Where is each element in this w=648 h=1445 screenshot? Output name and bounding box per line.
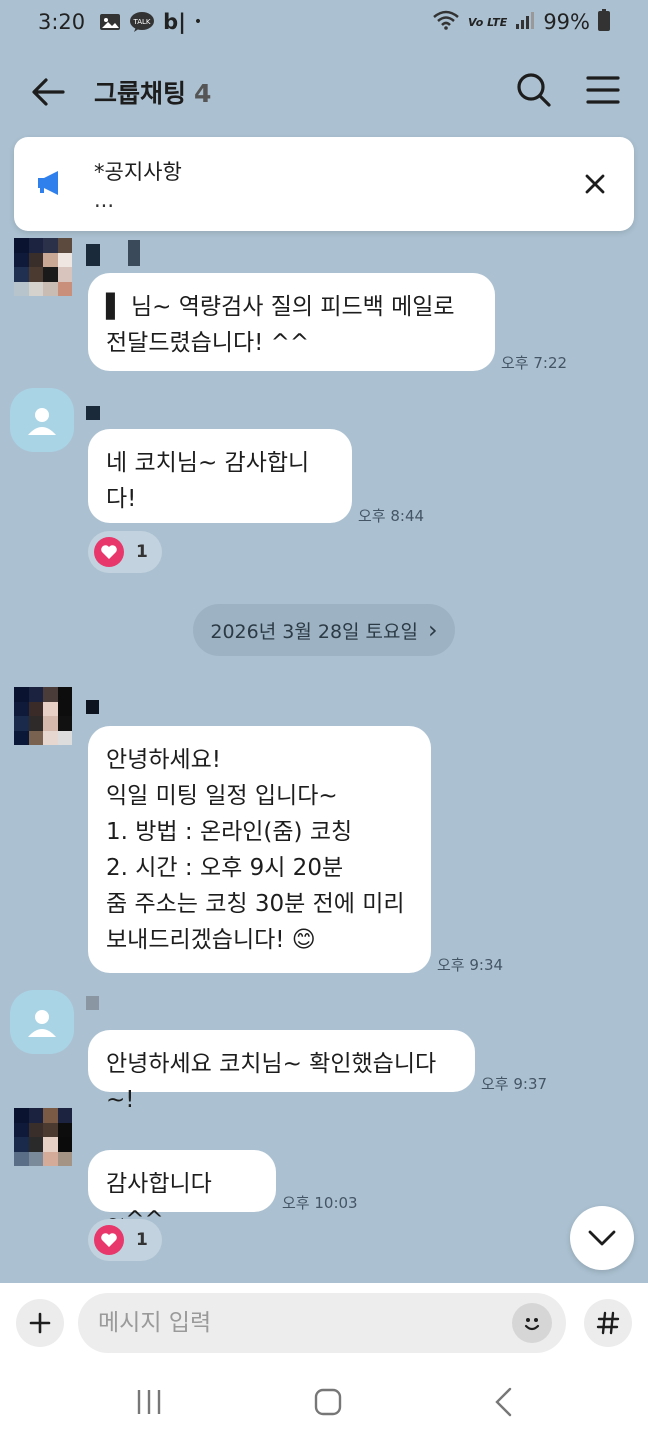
scroll-to-bottom-button[interactable]	[570, 1206, 634, 1270]
arrow-left-icon	[32, 78, 65, 106]
sender-name-redacted	[86, 244, 100, 266]
avatar[interactable]	[14, 1108, 72, 1166]
volte-label: Vo LTE	[468, 15, 508, 29]
system-nav-bar	[0, 1363, 648, 1445]
default-profile-icon	[28, 408, 56, 435]
signal-icon	[515, 10, 535, 34]
message-input[interactable]	[98, 1310, 512, 1336]
member-count: 4	[194, 79, 212, 108]
avatar[interactable]	[10, 388, 74, 452]
message-time: 오후 7:22	[501, 354, 568, 372]
message-bubble[interactable]: 감사합니다~^^	[88, 1150, 276, 1233]
app-text: b|	[163, 10, 186, 34]
reaction-count: 1	[136, 1230, 148, 1250]
message-input-container	[78, 1293, 566, 1353]
megaphone-icon	[36, 168, 66, 200]
wifi-icon	[432, 10, 460, 35]
message-time: 오후 9:37	[481, 1075, 548, 1093]
chat-title: 그룹채팅 4	[94, 74, 211, 110]
back-button[interactable]	[28, 72, 68, 112]
default-profile-icon	[28, 1010, 56, 1037]
avatar[interactable]	[14, 687, 72, 745]
message-time: 오후 10:03	[282, 1194, 358, 1212]
home-icon	[314, 1388, 342, 1416]
svg-text:TALK: TALK	[133, 18, 151, 26]
heart-icon	[94, 537, 124, 567]
sender-name-redacted	[86, 406, 100, 420]
status-bar: 3:20 TALK b| • Vo LTE 99%	[0, 0, 648, 44]
reaction-count: 1	[136, 542, 148, 562]
sender-name-redacted	[86, 700, 99, 714]
notice-subtitle: ...	[94, 188, 115, 212]
battery-percent: 99%	[543, 10, 590, 34]
message-bubble[interactable]: 안녕하세요! 익일 미팅 일정 입니다~ 1. 방법 : 온라인(줌) 코칭 2…	[88, 726, 431, 973]
gallery-icon	[99, 12, 121, 32]
attach-button[interactable]	[16, 1299, 64, 1347]
message-time: 오후 9:34	[437, 956, 504, 974]
hamburger-menu-icon	[586, 76, 620, 104]
heart-icon	[94, 1225, 124, 1255]
close-notice-button[interactable]	[578, 167, 612, 201]
hashtag-button[interactable]	[584, 1299, 632, 1347]
message-time: 오후 8:44	[358, 507, 425, 525]
notice-title: *공지사항	[94, 160, 182, 184]
reaction-badge[interactable]: 1	[88, 531, 162, 573]
status-time: 3:20	[38, 10, 86, 34]
nav-back-button[interactable]	[492, 1387, 514, 1421]
avatar[interactable]	[14, 238, 72, 296]
chevron-left-icon	[494, 1387, 511, 1417]
date-label: 2026년 3월 28일 토요일	[210, 620, 418, 643]
recent-apps-icon	[138, 1390, 161, 1414]
message-bubble[interactable]: 네 코치님~ 감사합니다!	[88, 429, 352, 523]
close-icon	[585, 174, 605, 194]
chevron-right-icon: ›	[428, 616, 438, 644]
kakaotalk-icon: TALK	[129, 11, 155, 33]
recent-apps-button[interactable]	[134, 1387, 164, 1421]
message-bubble[interactable]: ▌ 님~ 역량검사 질의 피드백 메일로 전달드렸습니다! ^^	[88, 273, 495, 371]
chat-header: 그룹채팅 4	[0, 52, 648, 132]
avatar[interactable]	[10, 990, 74, 1054]
notification-dot: •	[193, 14, 203, 30]
menu-button[interactable]	[586, 75, 620, 109]
chevron-down-icon	[588, 1230, 616, 1246]
hash-icon	[596, 1311, 620, 1335]
emoji-button[interactable]	[512, 1303, 552, 1343]
reaction-badge[interactable]: 1	[88, 1219, 162, 1261]
notice-banner[interactable]: *공지사항 ...	[14, 137, 634, 231]
search-icon	[517, 73, 551, 107]
message-bubble[interactable]: 안녕하세요 코치님~ 확인했습니다~!	[88, 1030, 475, 1113]
smiley-icon	[524, 1318, 540, 1331]
sender-name-redacted	[86, 996, 99, 1010]
chat-name: 그룹채팅	[94, 79, 187, 108]
battery-icon	[598, 8, 610, 36]
sender-name-redacted	[128, 240, 140, 266]
search-button[interactable]	[516, 72, 552, 112]
message-input-bar	[0, 1283, 648, 1363]
plus-icon	[29, 1312, 51, 1334]
date-divider[interactable]: 2026년 3월 28일 토요일 ›	[193, 604, 455, 656]
home-button[interactable]	[313, 1387, 343, 1421]
